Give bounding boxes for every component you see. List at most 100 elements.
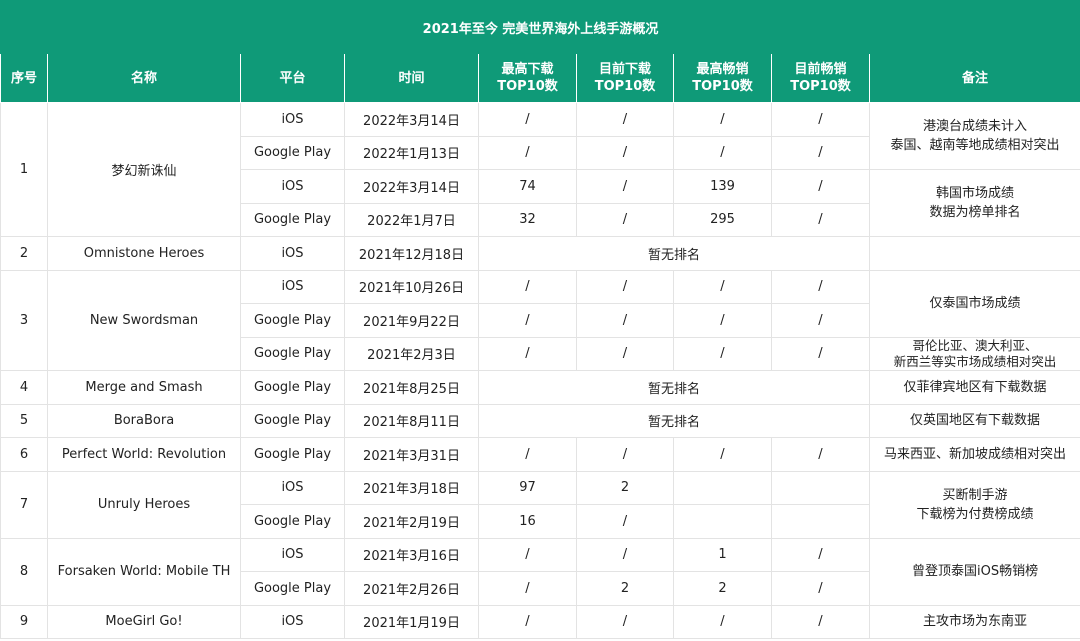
cell-max-grossing: / bbox=[673, 437, 772, 472]
cell-max-download: / bbox=[478, 269, 577, 304]
cell-max-download: / bbox=[478, 604, 577, 639]
cell-note: 曾登顶泰国iOS畅销榜 bbox=[868, 537, 1080, 606]
header-max-download-line2: TOP10数 bbox=[497, 79, 558, 94]
header-name: 名称 bbox=[47, 53, 241, 103]
cell-date: 2022年3月14日 bbox=[344, 102, 479, 137]
cell-current-grossing: / bbox=[771, 202, 870, 237]
cell-current-grossing: / bbox=[771, 336, 870, 371]
cell-max-grossing: 1 bbox=[673, 537, 772, 572]
cell-platform: iOS bbox=[240, 470, 345, 505]
cell-current-grossing bbox=[771, 504, 870, 539]
header-note: 备注 bbox=[868, 53, 1080, 103]
note-line: 哥伦比亚、澳大利亚、 bbox=[912, 337, 1038, 353]
cell-note: 仅英国地区有下载数据 bbox=[868, 403, 1080, 438]
cell-date: 2022年1月7日 bbox=[344, 202, 479, 237]
table-row: 3 New Swordsman iOS 2021年10月26日 / / / / … bbox=[0, 269, 1080, 371]
table-row: 2 Omnistone Heroes iOS 2021年12月18日 暂无排名 bbox=[0, 236, 1080, 271]
cell-current-grossing: / bbox=[771, 135, 870, 170]
cell-note: 韩国市场成绩 数据为榜单排名 bbox=[868, 169, 1080, 237]
cell-max-grossing: / bbox=[673, 604, 772, 639]
cell-platform: Google Play bbox=[240, 135, 345, 170]
note-line: 曾登顶泰国iOS畅销榜 bbox=[911, 564, 1039, 579]
cell-date: 2021年2月26日 bbox=[344, 571, 479, 606]
cell-current-grossing bbox=[771, 470, 870, 505]
cell-note: 哥伦比亚、澳大利亚、 新西兰等实市场成绩相对突出 bbox=[868, 336, 1080, 371]
header-max-grossing: 最高畅销 TOP10数 bbox=[673, 53, 772, 103]
header-current-grossing-line2: TOP10数 bbox=[790, 79, 851, 94]
cell-note: 仅菲律宾地区有下载数据 bbox=[868, 370, 1080, 405]
table-row: 9 MoeGirl Go! iOS 2021年1月19日 / / / / 主攻市… bbox=[0, 604, 1080, 639]
table-title: 2021年至今 完美世界海外上线手游概况 bbox=[0, 0, 1080, 54]
cell-platform: iOS bbox=[240, 537, 345, 572]
cell-platform: Google Play bbox=[240, 202, 345, 237]
cell-name: Forsaken World: Mobile TH bbox=[47, 537, 241, 606]
cell-platform: iOS bbox=[240, 269, 345, 304]
cell-index: 8 bbox=[0, 537, 48, 606]
cell-current-download: / bbox=[576, 303, 674, 338]
header-current-download: 目前下载 TOP10数 bbox=[576, 53, 674, 103]
cell-date: 2021年3月16日 bbox=[344, 537, 479, 572]
cell-no-ranking: 暂无排名 bbox=[478, 236, 870, 271]
header-platform: 平台 bbox=[240, 53, 345, 103]
cell-index: 6 bbox=[0, 437, 48, 472]
cell-date: 2022年3月14日 bbox=[344, 169, 479, 204]
cell-current-download: / bbox=[576, 169, 674, 204]
header-current-download-line1: 目前下载 bbox=[598, 62, 651, 77]
cell-name: Merge and Smash bbox=[47, 370, 241, 405]
cell-platform: iOS bbox=[240, 236, 345, 271]
cell-platform: Google Play bbox=[240, 403, 345, 438]
header-max-download: 最高下载 TOP10数 bbox=[478, 53, 577, 103]
cell-current-download: / bbox=[576, 135, 674, 170]
cell-platform: iOS bbox=[240, 604, 345, 639]
cell-max-download: / bbox=[478, 303, 577, 338]
cell-current-grossing: / bbox=[771, 604, 870, 639]
cell-max-grossing: / bbox=[673, 135, 772, 170]
cell-note: 港澳台成绩未计入 泰国、越南等地成绩相对突出 bbox=[868, 102, 1080, 170]
cell-name: Omnistone Heroes bbox=[47, 236, 241, 271]
cell-date: 2021年8月11日 bbox=[344, 403, 479, 438]
cell-max-download: 97 bbox=[478, 470, 577, 505]
cell-date: 2021年12月18日 bbox=[344, 236, 479, 271]
cell-no-ranking: 暂无排名 bbox=[478, 403, 870, 438]
cell-date: 2021年8月25日 bbox=[344, 370, 479, 405]
header-index: 序号 bbox=[0, 53, 48, 103]
cell-name: 梦幻新诛仙 bbox=[47, 102, 241, 237]
cell-current-download: 2 bbox=[576, 470, 674, 505]
note-line: 仅英国地区有下载数据 bbox=[910, 413, 1041, 429]
cell-date: 2021年10月26日 bbox=[344, 269, 479, 304]
cell-max-download: 32 bbox=[478, 202, 577, 237]
cell-name: Perfect World: Revolution bbox=[47, 437, 241, 472]
cell-current-grossing: / bbox=[771, 537, 870, 572]
cell-platform: Google Play bbox=[240, 504, 345, 539]
note-line: 韩国市场成绩 bbox=[936, 186, 1015, 201]
cell-note bbox=[868, 236, 1080, 271]
cell-max-grossing: 295 bbox=[673, 202, 772, 237]
cell-max-grossing bbox=[673, 470, 772, 505]
cell-max-grossing: 2 bbox=[673, 571, 772, 606]
cell-platform: Google Play bbox=[240, 437, 345, 472]
cell-current-grossing: / bbox=[771, 169, 870, 204]
cell-platform: iOS bbox=[240, 169, 345, 204]
table-row: 5 BoraBora Google Play 2021年8月11日 暂无排名 仅… bbox=[0, 403, 1080, 438]
cell-max-grossing: / bbox=[673, 336, 772, 371]
cell-index: 7 bbox=[0, 470, 48, 539]
header-date: 时间 bbox=[344, 53, 479, 103]
cell-date: 2021年2月19日 bbox=[344, 504, 479, 539]
overview-table: 2021年至今 完美世界海外上线手游概况 序号 名称 平台 时间 最高下载 TOP… bbox=[0, 0, 1080, 639]
note-line: 主攻市场为东南亚 bbox=[923, 614, 1028, 630]
cell-date: 2021年3月31日 bbox=[344, 437, 479, 472]
cell-max-download: / bbox=[478, 571, 577, 606]
cell-current-grossing: / bbox=[771, 269, 870, 304]
table-row: 6 Perfect World: Revolution Google Play … bbox=[0, 437, 1080, 472]
table-row: 4 Merge and Smash Google Play 2021年8月25日… bbox=[0, 370, 1080, 405]
cell-note: 仅泰国市场成绩 bbox=[868, 269, 1080, 338]
cell-current-download: / bbox=[576, 102, 674, 137]
cell-no-ranking: 暂无排名 bbox=[478, 370, 870, 405]
cell-date: 2021年2月3日 bbox=[344, 336, 479, 371]
cell-index: 3 bbox=[0, 269, 48, 371]
cell-max-grossing: / bbox=[673, 303, 772, 338]
note-line: 马来西亚、新加坡成绩相对突出 bbox=[884, 446, 1067, 462]
table-row: 7 Unruly Heroes iOS 2021年3月18日 97 2 买断制手… bbox=[0, 470, 1080, 539]
cell-max-download: / bbox=[478, 336, 577, 371]
title-row: 2021年至今 完美世界海外上线手游概况 bbox=[0, 0, 1080, 54]
